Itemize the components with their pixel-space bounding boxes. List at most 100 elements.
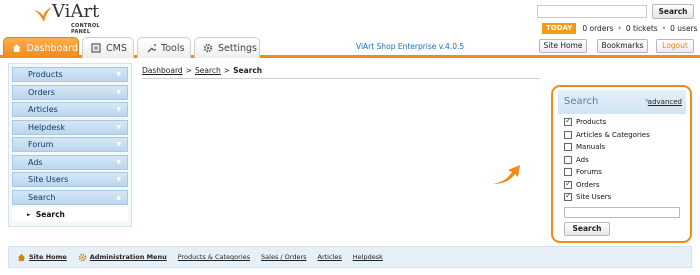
logo-title: ViArt: [52, 1, 100, 22]
checkbox[interactable]: [564, 179, 572, 189]
caret-down-icon: ▼: [116, 71, 121, 78]
curved-arrow-icon: [493, 165, 520, 184]
option-label: Articles & Categories: [576, 130, 650, 139]
sidebar-item-label: Helpdesk: [28, 122, 66, 132]
breadcrumb-separator: >: [223, 66, 231, 75]
checkbox[interactable]: [564, 143, 572, 152]
search-option-site-users[interactable]: Site Users: [564, 191, 650, 204]
advanced-search-link[interactable]: advanced: [648, 98, 682, 106]
caret-down-icon: ▼: [116, 158, 121, 166]
checkbox[interactable]: [564, 116, 572, 127]
search-option-articles[interactable]: Articles & Categories: [564, 129, 650, 142]
tab-label: Tools: [161, 42, 185, 54]
today-badge: TODAY: [542, 23, 577, 34]
house-icon: [17, 253, 26, 261]
sidebar-item-label: Orders: [28, 87, 55, 97]
option-label: Manuals: [576, 143, 606, 152]
footer-link-label: Site Home: [29, 253, 67, 261]
search-option-products[interactable]: Products: [564, 116, 650, 129]
sidebar-item-label: Articles: [28, 105, 58, 114]
footer-helpdesk-link[interactable]: Helpdesk: [353, 253, 383, 261]
sidebar-item-products[interactable]: Products ▼: [12, 67, 128, 82]
stat-separator: •: [617, 24, 622, 33]
footer-site-home-link[interactable]: Site Home: [17, 253, 67, 262]
tab-tools[interactable]: Tools: [137, 37, 191, 58]
option-label: Products: [576, 118, 607, 127]
footer-sales-orders-link[interactable]: Sales / Orders: [261, 253, 306, 261]
sidebar-item-label: Ads: [28, 157, 43, 167]
sidebar-item-ads[interactable]: Ads ▼: [12, 154, 128, 170]
stat-separator: •: [661, 24, 667, 33]
search-panel-title: Search: [564, 96, 599, 107]
checkbox[interactable]: [564, 130, 572, 139]
sidebar-item-helpdesk[interactable]: Helpdesk ▼: [12, 119, 128, 135]
sidebar-item-site-users[interactable]: Site Users ▼: [12, 172, 128, 187]
today-stats: TODAY 0 orders • 0 tickets • 0 users: [542, 23, 698, 34]
gear-icon: [203, 43, 213, 53]
tab-label: CMS: [106, 42, 127, 54]
caret-down-icon: ▼: [116, 176, 121, 183]
tab-dashboard[interactable]: Dashboard: [3, 37, 79, 58]
option-label: Site Users: [576, 193, 612, 202]
search-panel-input[interactable]: [564, 207, 680, 218]
footer-admin-menu-link[interactable]: Administration Menu: [78, 253, 167, 262]
option-label: Orders: [576, 180, 600, 189]
breadcrumb-separator: >: [185, 66, 192, 75]
sidebar-item-orders[interactable]: Orders ▼: [12, 84, 128, 100]
option-label: Ads: [576, 155, 589, 164]
sidebar-item-articles[interactable]: Articles ▼: [12, 102, 128, 117]
bookmarks-button[interactable]: Bookmarks: [597, 39, 648, 53]
search-option-ads[interactable]: Ads: [564, 154, 650, 167]
version-label: ViArt Shop Enterprise v.4.0.5: [356, 42, 465, 51]
viart-logo[interactable]: ViArt CONTROL PANEL: [32, 1, 106, 35]
top-search-button[interactable]: Search: [652, 4, 694, 19]
logout-button[interactable]: Logout: [656, 39, 694, 53]
search-options-list: Products Articles & Categories Manuals A…: [564, 116, 650, 204]
footer-products-categories-link[interactable]: Products & Categories: [178, 253, 250, 261]
breadcrumb-current: Search: [233, 66, 263, 75]
tab-settings[interactable]: Settings: [194, 37, 260, 58]
search-panel-header: Search ✎ advanced: [558, 90, 686, 114]
caret-up-icon: ▲: [116, 193, 121, 201]
house-icon: [12, 44, 21, 52]
site-home-button[interactable]: Site Home: [539, 39, 587, 53]
footer-articles-link[interactable]: Articles: [318, 253, 342, 261]
search-option-orders[interactable]: Orders: [564, 179, 650, 192]
sidebar-subitem-search[interactable]: ► Search: [12, 207, 128, 222]
sidebar-nav: Products ▼ Orders ▼ Articles ▼ Helpdesk …: [8, 63, 132, 227]
breadcrumb-link-search[interactable]: Search: [195, 66, 221, 75]
sidebar-item-label: Site Users: [28, 175, 69, 184]
caret-down-icon: ▼: [116, 106, 121, 113]
checkbox[interactable]: [564, 155, 572, 164]
checkbox[interactable]: [564, 191, 572, 202]
breadcrumb-link-dashboard[interactable]: Dashboard: [142, 66, 183, 75]
caret-down-icon: ▼: [116, 141, 121, 148]
footer-links: Site Home Administration Menu Products &…: [8, 246, 692, 268]
tab-label: Settings: [218, 42, 257, 54]
orders-stat[interactable]: 0 orders: [582, 24, 613, 33]
tickets-stat[interactable]: 0 tickets: [626, 24, 658, 33]
search-panel: Search ✎ advanced Products Articles & Ca…: [551, 85, 692, 243]
breadcrumb: Dashboard > Search > Search: [142, 66, 540, 79]
caret-down-icon: ▼: [116, 123, 121, 131]
search-panel-button[interactable]: Search: [564, 222, 610, 236]
document-icon: [91, 43, 101, 53]
top-search-input[interactable]: [537, 5, 647, 18]
users-stat[interactable]: 0 users: [670, 24, 697, 33]
tab-label: Dashboard: [26, 42, 78, 54]
main-tab-bar: Dashboard CMS Tools Settings ViArt Shop …: [0, 34, 700, 58]
search-option-manuals[interactable]: Manuals: [564, 141, 650, 154]
tab-cms[interactable]: CMS: [82, 37, 134, 58]
bullet-icon: ►: [27, 211, 31, 218]
search-option-forums[interactable]: Forums: [564, 166, 650, 179]
sidebar-item-forum[interactable]: Forum ▼: [12, 137, 128, 152]
sidebar-item-label: Forum: [28, 140, 54, 149]
option-label: Forums: [576, 168, 602, 177]
logo-swoosh-icon: [34, 7, 52, 22]
sidebar-item-search[interactable]: Search ▲: [12, 189, 128, 205]
sidebar-item-label: Products: [28, 70, 63, 79]
caret-down-icon: ▼: [116, 88, 121, 96]
sidebar-item-label: Search: [28, 192, 56, 202]
checkbox[interactable]: [564, 168, 572, 177]
sidebar-subitem-label: Search: [35, 210, 65, 219]
